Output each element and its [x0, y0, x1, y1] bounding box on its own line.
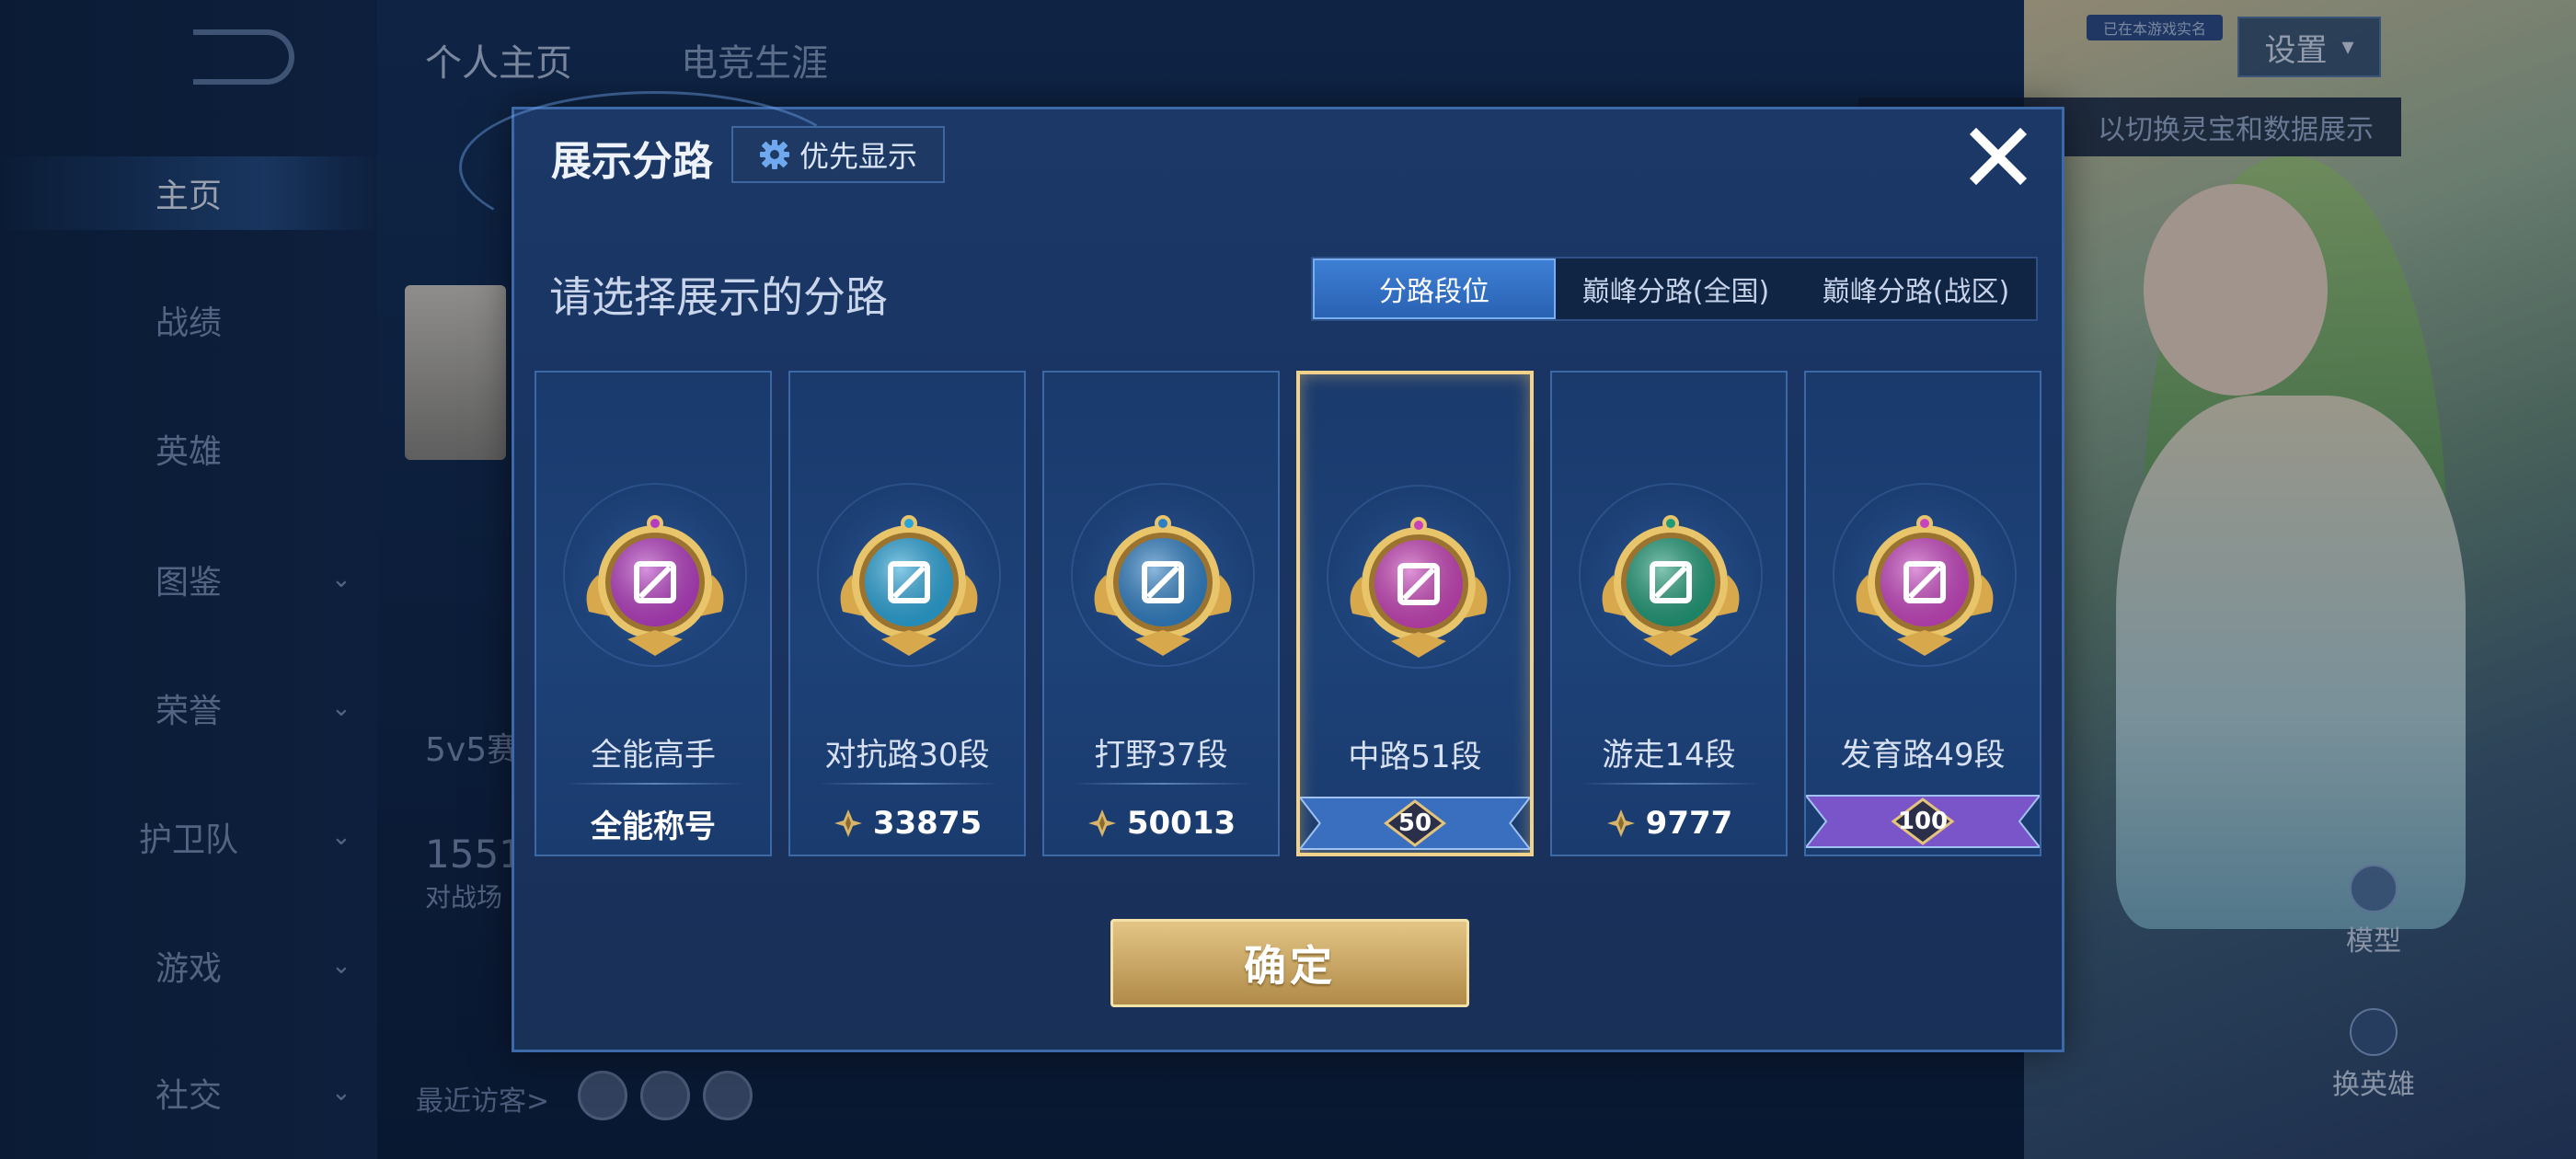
tab-peak-national[interactable]: 巅峰分路(全国): [1556, 258, 1796, 319]
lane-card-label: 游走14段: [1602, 737, 1736, 774]
lane-card-value: 33875: [790, 798, 1024, 849]
selection-prompt: 请选择展示的分路: [549, 272, 888, 322]
lane-tabs: 分路段位 巅峰分路(全国) 巅峰分路(战区): [1311, 257, 2038, 321]
jungle-icon: [1094, 515, 1232, 656]
lane-card-value-text: 9777: [1645, 805, 1733, 842]
lane-card[interactable]: 对抗路30段 33875: [788, 371, 1026, 856]
lane-card-value-text: 33875: [872, 805, 983, 842]
dialog-title: 展示分路: [551, 138, 713, 185]
tab-peak-region[interactable]: 巅峰分路(战区): [1796, 258, 2036, 319]
power-score-icon: [1606, 809, 1635, 837]
card-divider: [1580, 783, 1760, 785]
lane-card-value: 全能称号: [536, 798, 770, 849]
clash-lane-icon: [840, 515, 978, 656]
lane-card[interactable]: 中路51段 50: [1296, 371, 1534, 856]
card-divider: [818, 783, 998, 785]
lane-card[interactable]: 发育路49段 100: [1804, 371, 2041, 856]
lane-card-value: 50013: [1044, 798, 1278, 849]
lane-card[interactable]: 游走14段 9777: [1550, 371, 1788, 856]
roam-icon: [1602, 515, 1740, 656]
farm-lane-icon: [1856, 515, 1994, 656]
tab-lane-rank[interactable]: 分路段位: [1313, 258, 1556, 319]
lane-display-dialog: 展示分路 优先显示 请选择展示的分路 分路段位 巅峰分路(全国) 巅峰分路(战区…: [459, 91, 2064, 1052]
power-score-icon: [1087, 809, 1116, 837]
gear-icon: [759, 140, 789, 169]
card-divider: [1072, 783, 1252, 785]
rank-value: 50: [1397, 809, 1432, 837]
lane-card-label: 对抗路30段: [824, 737, 990, 774]
close-icon: [1969, 127, 2028, 186]
rank-ribbon: 50: [1300, 794, 1530, 853]
priority-display-button[interactable]: 优先显示: [731, 126, 945, 183]
lane-card-label: 中路51段: [1348, 739, 1482, 775]
rank-value: 100: [1897, 808, 1949, 835]
lane-cards: 全能高手 全能称号 对抗路30段 33875 打野37段 50013 中路51段 50 游走14…: [535, 371, 2043, 856]
lane-card-value-text: 50013: [1126, 805, 1236, 842]
card-divider: [564, 783, 744, 785]
lane-card-label: 打野37段: [1094, 737, 1228, 774]
mid-lane-icon: [1350, 517, 1488, 658]
close-button[interactable]: [1964, 122, 2032, 190]
power-score-icon: [834, 809, 862, 837]
allround-icon: [586, 515, 724, 656]
lane-card-value-text: 全能称号: [591, 808, 716, 845]
lane-card[interactable]: 全能高手 全能称号: [535, 371, 772, 856]
rank-ribbon: 100: [1806, 792, 2040, 851]
lane-card[interactable]: 打野37段 50013: [1042, 371, 1280, 856]
lane-card-value: 9777: [1552, 798, 1786, 849]
lane-card-label: 发育路49段: [1840, 737, 2006, 774]
confirm-button[interactable]: 确定: [1110, 919, 1469, 1007]
lane-card-label: 全能高手: [591, 737, 716, 774]
